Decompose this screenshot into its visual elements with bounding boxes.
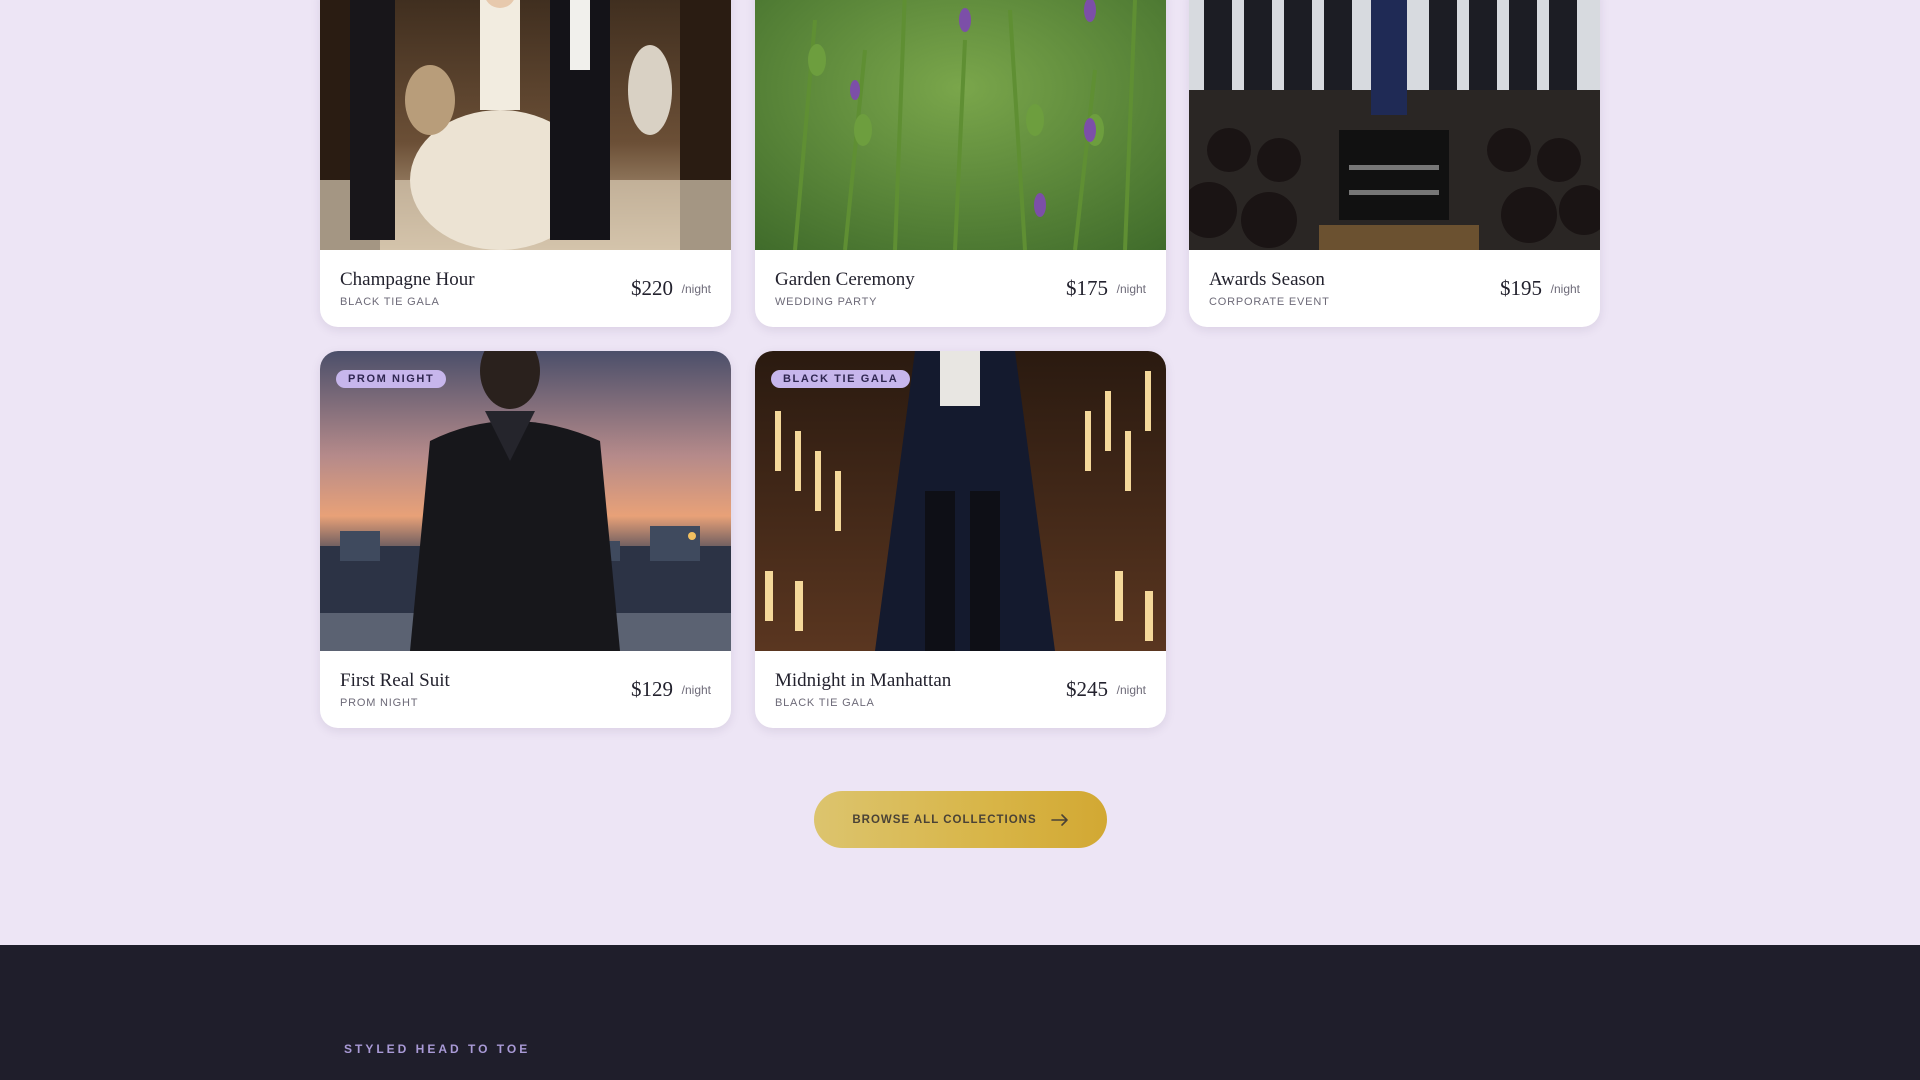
card-category: PROM NIGHT: [340, 697, 419, 709]
card-price-unit: /night: [681, 282, 711, 296]
card-price-unit: /night: [1116, 683, 1146, 697]
card-title[interactable]: First Real Suit: [340, 670, 450, 692]
card-price: $195: [1500, 276, 1542, 300]
card-category: WEDDING PARTY: [775, 296, 878, 308]
arrow-right-icon: [1050, 813, 1068, 826]
card-price-unit: /night: [1550, 282, 1580, 296]
product-card[interactable]: BLACK TIE GALA Midnight in Manhattan BLA…: [755, 351, 1166, 728]
card-image-garden: [755, 0, 1166, 250]
card-title[interactable]: Midnight in Manhattan: [775, 670, 951, 692]
card-price-unit: /night: [1116, 282, 1146, 296]
category-badge: PROM NIGHT: [336, 370, 447, 388]
browse-collections-button[interactable]: BROWSE ALL COLLECTIONS: [814, 791, 1107, 848]
card-price: $220: [631, 276, 673, 300]
product-card[interactable]: Awards Season CORPORATE EVENT $195 /nigh…: [1189, 0, 1600, 327]
card-title[interactable]: Awards Season: [1209, 269, 1325, 291]
card-image-candle-hall: BLACK TIE GALA: [755, 351, 1166, 651]
product-card[interactable]: PROM NIGHT First Real Suit PROM NIGHT $1…: [320, 351, 731, 728]
card-title[interactable]: Champagne Hour: [340, 269, 475, 291]
card-image-rooftop-sunset: PROM NIGHT: [320, 351, 731, 651]
card-price: $175: [1066, 276, 1108, 300]
card-image-awards-stage: [1189, 0, 1600, 250]
product-card[interactable]: Champagne Hour BLACK TIE GALA $220 /nigh…: [320, 0, 731, 327]
card-price: $245: [1066, 677, 1108, 701]
card-category: CORPORATE EVENT: [1209, 296, 1330, 308]
card-title[interactable]: Garden Ceremony: [775, 269, 915, 291]
category-badge: BLACK TIE GALA: [771, 370, 911, 388]
card-price-unit: /night: [681, 683, 711, 697]
card-category: BLACK TIE GALA: [340, 296, 440, 308]
browse-collections-label: BROWSE ALL COLLECTIONS: [852, 813, 1037, 826]
card-image-wedding-hall: [320, 0, 731, 250]
card-price: $129: [631, 677, 673, 701]
footer-tagline: STYLED HEAD TO TOE: [344, 1042, 531, 1056]
card-category: BLACK TIE GALA: [775, 697, 875, 709]
site-footer: STYLED HEAD TO TOE: [0, 945, 1920, 1080]
product-card[interactable]: Garden Ceremony WEDDING PARTY $175 /nigh…: [755, 0, 1166, 327]
